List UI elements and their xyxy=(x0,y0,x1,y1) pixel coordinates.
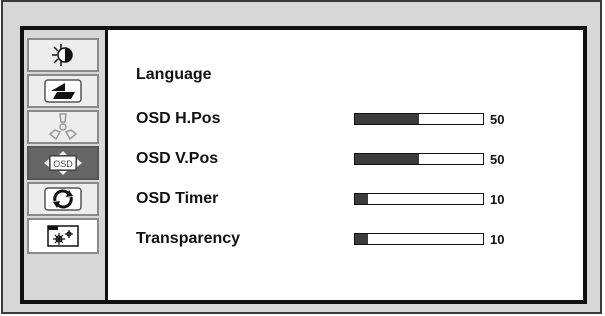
image-adjust-icon xyxy=(43,78,83,104)
osd-timer-slider[interactable] xyxy=(354,193,484,205)
reset-icon xyxy=(43,186,83,212)
osd-icon-label: OSD xyxy=(53,159,73,169)
osd-window: OSD Language OSD H.Pos 50 OSD V.Pos 50 O… xyxy=(1,0,602,314)
osd-sidebar: OSD xyxy=(24,30,108,300)
osd-v-pos-slider[interactable] xyxy=(354,153,484,165)
menu-item-osd-h-pos[interactable]: OSD H.Pos 50 xyxy=(136,106,563,132)
osd-v-pos-value: 50 xyxy=(490,151,505,167)
menu-item-label: OSD Timer xyxy=(136,190,219,207)
osd-v-pos-fill xyxy=(355,154,419,164)
osd-content: Language OSD H.Pos 50 OSD V.Pos 50 OSD T… xyxy=(108,30,583,300)
tab-osd-settings[interactable]: OSD xyxy=(27,146,99,180)
menu-item-osd-timer[interactable]: OSD Timer 10 xyxy=(136,186,563,212)
menu-item-osd-v-pos[interactable]: OSD V.Pos 50 xyxy=(136,146,563,172)
tab-other-settings[interactable] xyxy=(27,218,99,254)
color-icon xyxy=(46,112,80,142)
osd-h-pos-fill xyxy=(355,114,419,124)
menu-item-label: Language xyxy=(136,66,212,83)
osd-h-pos-value: 50 xyxy=(490,111,505,127)
menu-item-transparency[interactable]: Transparency 10 xyxy=(136,226,563,252)
osd-timer-fill xyxy=(355,194,368,204)
tab-image[interactable] xyxy=(27,74,99,108)
osd-h-pos-slider[interactable] xyxy=(354,113,484,125)
tab-reset[interactable] xyxy=(27,182,99,216)
menu-item-label: OSD V.Pos xyxy=(136,150,219,167)
tab-brightness[interactable] xyxy=(27,38,99,72)
osd-settings-icon: OSD xyxy=(41,150,85,176)
transparency-slider[interactable] xyxy=(354,233,484,245)
tab-color[interactable] xyxy=(27,110,99,144)
other-settings-icon xyxy=(45,223,81,249)
brightness-contrast-icon xyxy=(46,43,80,67)
menu-item-label: OSD H.Pos xyxy=(136,110,221,127)
transparency-fill xyxy=(355,234,368,244)
transparency-value: 10 xyxy=(490,231,505,247)
menu-item-label: Transparency xyxy=(136,230,241,247)
menu-item-language[interactable]: Language xyxy=(136,62,563,88)
osd-panel: OSD Language OSD H.Pos 50 OSD V.Pos 50 O… xyxy=(20,26,587,304)
osd-timer-value: 10 xyxy=(490,191,505,207)
